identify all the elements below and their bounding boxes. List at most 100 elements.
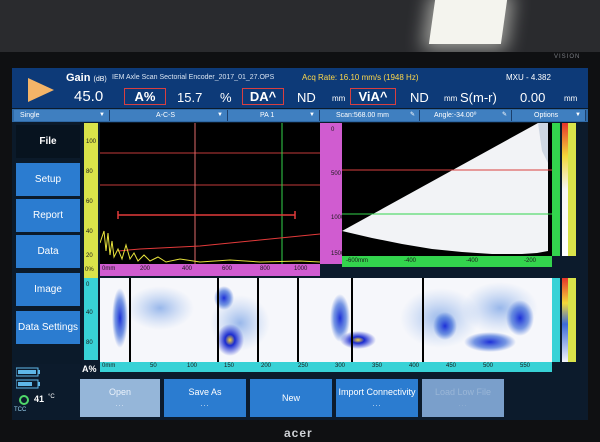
new-button[interactable]: New [250,379,332,417]
reading-label-smr[interactable]: S(m-r) [460,90,497,105]
cscan-x-tick: 50 [150,363,157,369]
monitor-logo: acer [284,426,313,440]
cscan-color-palette [562,278,576,362]
battery-icon [16,367,40,389]
cscan-x-tick: 500 [483,363,494,369]
nav-item-data-settings[interactable]: Data Settings [16,311,80,344]
cscan-x-tick: 450 [446,363,457,369]
cscan-x-tick: 200 [261,363,272,369]
sscan-plot [342,123,552,254]
cscan-y-tick: 40 [86,310,93,316]
reading-value-a: 15.7 [177,90,203,105]
ascan-x-tick: 600 [222,266,233,272]
cscan-y-ruler[interactable]: 0 40 80 [84,278,98,360]
sscan-x-tick: -400 [404,258,417,264]
acq-rate: Acq Rate: 16.10 mm/s (1948 Hz) [302,73,419,82]
cscan-x-tick: 300 [335,363,346,369]
ascan-y-ruler[interactable]: 100 80 60 40 20 0% [84,123,98,278]
ascan-x-tick: 800 [260,266,271,272]
tcc-label: TCC [14,407,27,413]
bottom-button-bar: Open... Save As... New Import Connectivi… [80,378,588,420]
play-icon[interactable] [18,74,62,106]
open-button[interactable]: Open... [80,379,160,417]
save-as-button[interactable]: Save As... [164,379,246,417]
sscan-y-ruler[interactable]: 0 500 1000 1500 [330,123,344,264]
cscan-indication [112,288,128,348]
cscan-x-tick: 0mm [102,363,116,369]
reading-unit-da: mm [332,94,346,103]
ascan-y-tick: 0% [85,267,94,273]
nav-item-report[interactable]: Report [16,199,80,232]
ascan-view[interactable] [99,123,321,264]
cscan-x-tick: 150 [224,363,235,369]
nav-item-file[interactable]: File [16,125,80,158]
toolbar-angle[interactable]: Angle:-34.00º ✎ [420,110,512,121]
cscan-x-tick: 350 [372,363,383,369]
sscan-sector [342,123,548,254]
cscan-x-tick: 250 [298,363,309,369]
cscan-indication [433,312,457,340]
reading-label-via[interactable]: ViA^ [350,88,396,105]
toolbar-group-select[interactable]: PA 1 ▼ [228,110,320,121]
sscan-x-ruler[interactable]: -600mm -400 -400 -200 [342,256,552,267]
ascan-y-tick: 60 [86,199,93,205]
sscan-y-tick: 0 [331,127,335,133]
cscan-view[interactable] [100,278,552,362]
reading-unit-via: mm [444,94,458,103]
background-wall [0,0,600,60]
reading-label-da[interactable]: DA^ [242,88,284,105]
ascan-y-tick: 100 [86,139,97,145]
ascan-x-ruler[interactable]: 0mm 200 400 600 800 1000 [100,264,320,276]
toolbar: Single ▼ A-C-S ▼ PA 1 ▼ Scan:568.00 mm ✎ Ang… [12,109,588,122]
sscan-color-palette [562,123,576,256]
nav-item-data[interactable]: Data [16,235,80,268]
sscan-x-tick: -200 [524,258,537,264]
toolbar-options[interactable]: Options ▼ [512,110,586,121]
mxu-readout: MXU - 4.382 [506,73,551,82]
status-panel: TCC 41 °C [12,364,80,420]
monitor-brand-top: VISION [554,54,581,60]
cscan-right-ruler[interactable] [552,278,560,362]
file-name: IEM Axle Scan Sectorial Encoder_2017_01_… [112,74,275,81]
import-connectivity-button[interactable]: Import Connectivity... [336,379,418,417]
sscan-right-ruler[interactable] [552,123,560,256]
sscan-x-tick: -600mm [346,258,369,264]
dropdown-arrow-icon: ▼ [575,112,581,118]
ascan-y-tick: 40 [86,229,93,235]
cscan-x-ruler[interactable]: 0mm 50 100 150 200 250 300 350 400 450 5… [100,362,552,372]
cscan-indication [506,300,534,336]
toolbar-scan-position[interactable]: Scan:568.00 mm ✎ [320,110,420,121]
cscan-indication-peak [216,324,244,356]
cscan-x-tick: 100 [187,363,198,369]
ascan-x-tick: 400 [182,266,193,272]
gain-value[interactable]: 45.0 [74,88,103,105]
sscan-view[interactable] [342,123,552,256]
nav-item-image[interactable]: Image [16,273,80,306]
ascan-signal [99,230,321,263]
header-bar: Gain (dB) 45.0 IEM Axle Scan Sectorial E… [12,68,588,108]
reading-unit-smr: mm [564,94,578,103]
sscan-y-tick: 500 [331,171,342,177]
load-low-file-button[interactable]: Load Low File... [422,379,504,417]
temperature-value: 41 [34,394,45,404]
cscan-x-tick: 550 [520,363,531,369]
reading-value-smr: 0.00 [520,90,546,105]
ascan-tcg-curve [117,233,321,252]
ascan-y-tick: 80 [86,169,93,175]
ascan-x-tick: 0mm [102,266,116,272]
cscan-y-tick: 80 [86,340,93,346]
cscan-amplitude-label: A% [82,364,97,374]
ascan-y-tick: 20 [86,253,93,259]
reading-label-a[interactable]: A% [124,88,166,105]
left-nav: File Setup Report Data Image Data Settin… [12,123,82,365]
dropdown-arrow-icon: ▼ [309,112,315,118]
toolbar-layout-select[interactable]: A-C-S ▼ [110,110,228,121]
dropdown-arrow-icon: ▼ [217,112,223,118]
toolbar-mode-select[interactable]: Single ▼ [14,110,110,121]
sscan-x-tick: -400 [466,258,479,264]
gain-title: Gain (dB) [66,72,107,84]
nav-item-setup[interactable]: Setup [16,163,80,196]
ascan-x-tick: 200 [140,266,151,272]
ceiling-light [428,0,508,44]
temperature-unit: °C [48,394,55,400]
